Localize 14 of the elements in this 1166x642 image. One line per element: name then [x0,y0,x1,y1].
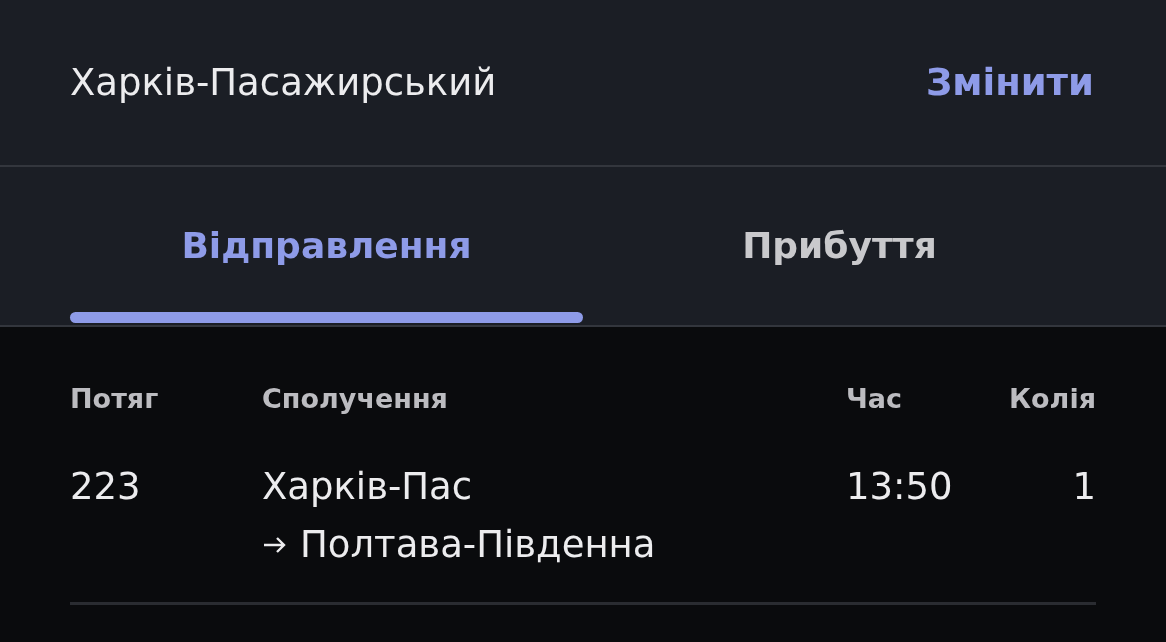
table-cell-text: 13:50 [846,463,954,510]
table-cell-text: Харків-Пас [262,463,474,510]
column-header: Сполучення [262,382,449,416]
column-header: Колія [1008,382,1096,416]
table-cell-text: Полтава-Південна [300,521,656,568]
column-header: Потяг [70,382,160,416]
station-title: Харків-Пасажирський [70,59,497,106]
table-cell-text: 223 [70,463,142,510]
tab[interactable]: Прибуття [583,167,1096,325]
table-cell: 1 [1072,464,1096,508]
tab[interactable]: Відправлення [70,167,583,325]
column-header: Час [846,382,904,416]
change-link[interactable]: Змінити [925,54,1094,111]
arrow-icon [262,534,288,555]
